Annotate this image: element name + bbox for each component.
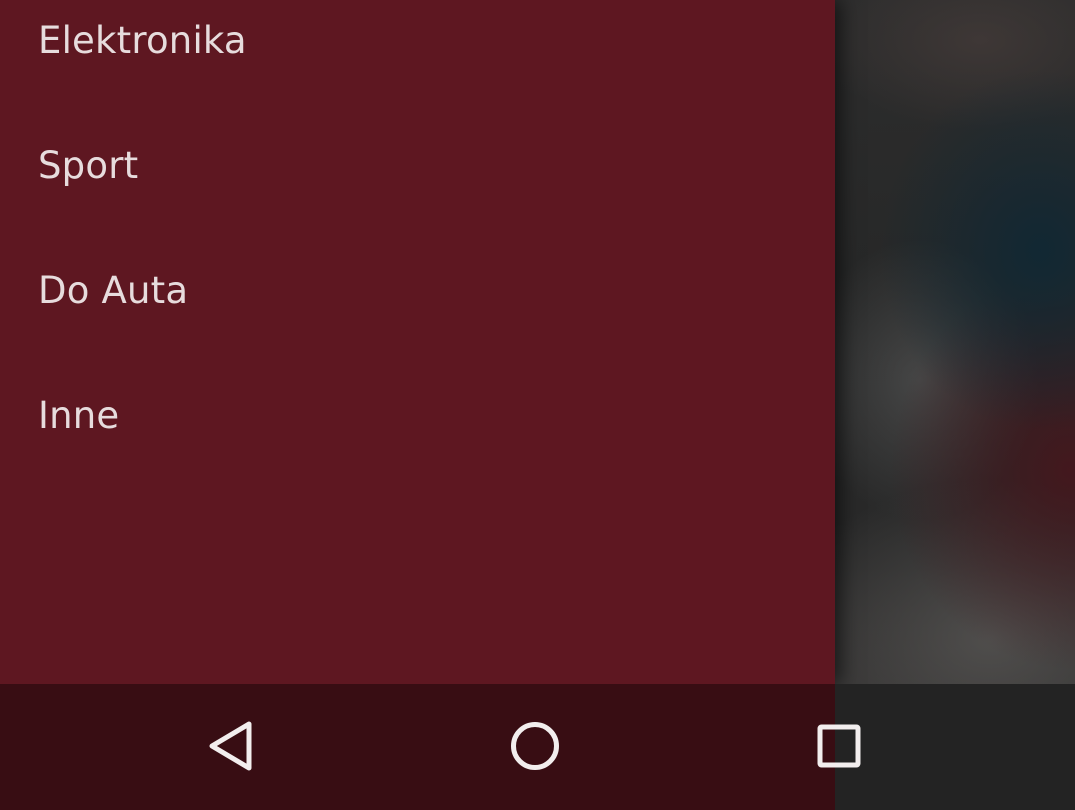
back-button[interactable] — [192, 706, 272, 786]
menu-item-label: Inne — [38, 394, 120, 437]
menu-item-label: Sport — [38, 144, 139, 187]
home-circle-icon — [511, 722, 559, 770]
menu-item-elektronika[interactable]: Elektronika — [0, 0, 835, 125]
home-button[interactable] — [495, 706, 575, 786]
category-menu: Elektronika Sport Do Auta Inne — [0, 0, 835, 500]
navigation-drawer: Elektronika Sport Do Auta Inne — [0, 0, 835, 684]
system-navigation-bar — [0, 684, 1075, 810]
menu-item-label: Elektronika — [38, 19, 247, 62]
menu-item-do-auta[interactable]: Do Auta — [0, 250, 835, 375]
menu-item-label: Do Auta — [38, 269, 189, 312]
menu-item-inne[interactable]: Inne — [0, 375, 835, 500]
back-triangle-icon — [209, 721, 252, 771]
menu-item-sport[interactable]: Sport — [0, 125, 835, 250]
recents-button[interactable] — [799, 706, 879, 786]
recents-square-icon — [817, 724, 861, 768]
